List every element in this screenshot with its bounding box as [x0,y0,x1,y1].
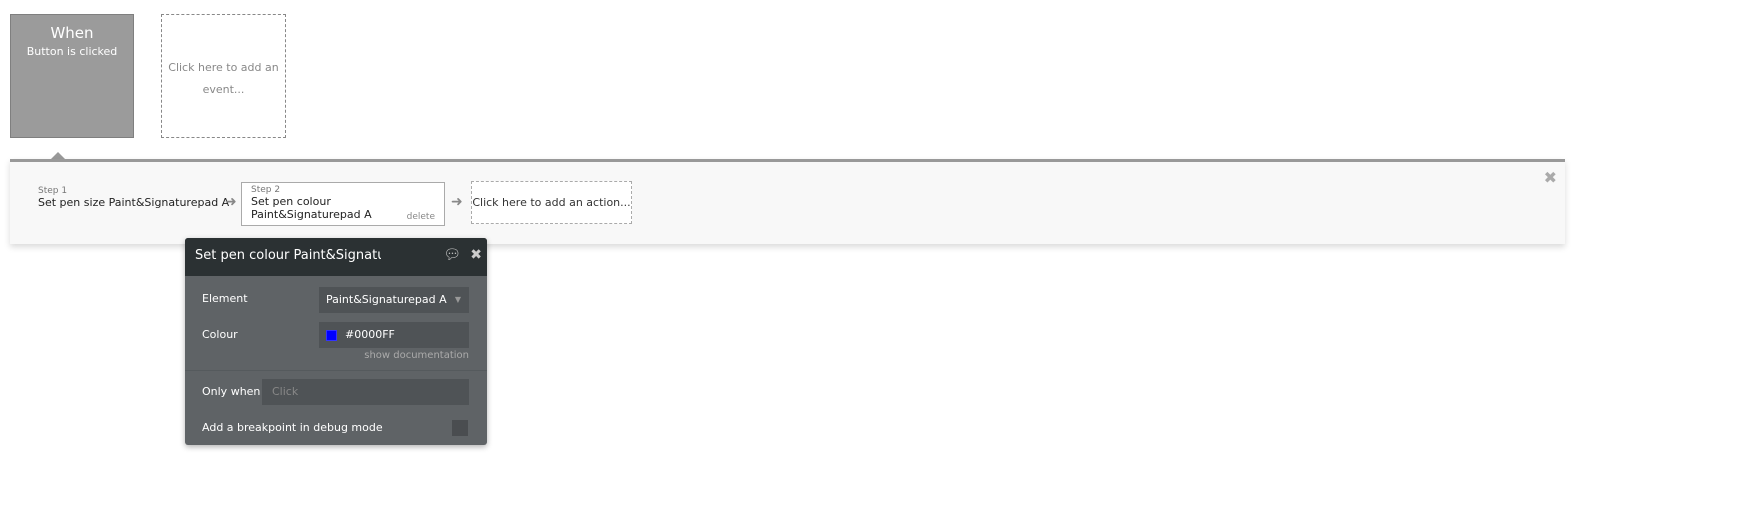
element-label: Element [202,292,248,305]
step-2[interactable]: Step 2 Set pen colour Paint&Signaturepad… [241,182,445,226]
colour-input[interactable]: #0000FF [319,322,469,348]
colour-value: #0000FF [345,328,395,341]
add-event-button[interactable]: Click here to add an event... [161,14,286,138]
divider [185,370,487,371]
selected-pointer [51,152,65,159]
step-label: Step 1 [38,186,68,196]
arrow-right-icon: ➜ [451,194,463,210]
add-action-button[interactable]: Click here to add an action... [471,181,632,224]
arrow-right-icon: ➜ [225,194,237,210]
step-label: Step 2 [251,185,281,195]
only-when-label: Only when [202,385,261,398]
breakpoint-checkbox[interactable] [452,420,468,436]
chevron-down-icon: ▼ [454,295,461,304]
event-card[interactable]: When Button is clicked [10,14,134,138]
editor-header: Set pen colour Paint&Signaturepad A 💬︎ ✖ [185,238,487,276]
only-when-input[interactable]: Click [262,379,469,405]
close-icon[interactable]: ✖ [470,247,482,263]
colour-label: Colour [202,328,238,341]
actions-panel: Step 1 Set pen size Paint&Signaturepad A… [10,159,1565,244]
close-icon[interactable]: ✖ [1544,168,1557,187]
step-1[interactable]: Step 1 Set pen size Paint&Signaturepad A [38,186,229,209]
breakpoint-label: Add a breakpoint in debug mode [202,421,383,434]
comment-icon[interactable]: 💬︎ [443,247,461,263]
show-documentation-link[interactable]: show documentation [364,350,469,361]
event-subtitle: Button is clicked [26,45,118,58]
step-title: Set pen size Paint&Signaturepad A [38,196,230,209]
delete-step-link[interactable]: delete [407,212,435,222]
element-value: Paint&Signaturepad A [326,293,447,306]
editor-title: Set pen colour Paint&Signaturepad A [195,248,381,263]
action-property-editor: Set pen colour Paint&Signaturepad A 💬︎ ✖… [185,238,487,445]
element-dropdown[interactable]: Paint&Signaturepad A ▼ [319,287,469,313]
colour-swatch[interactable] [326,329,337,341]
event-title: When [50,24,94,42]
